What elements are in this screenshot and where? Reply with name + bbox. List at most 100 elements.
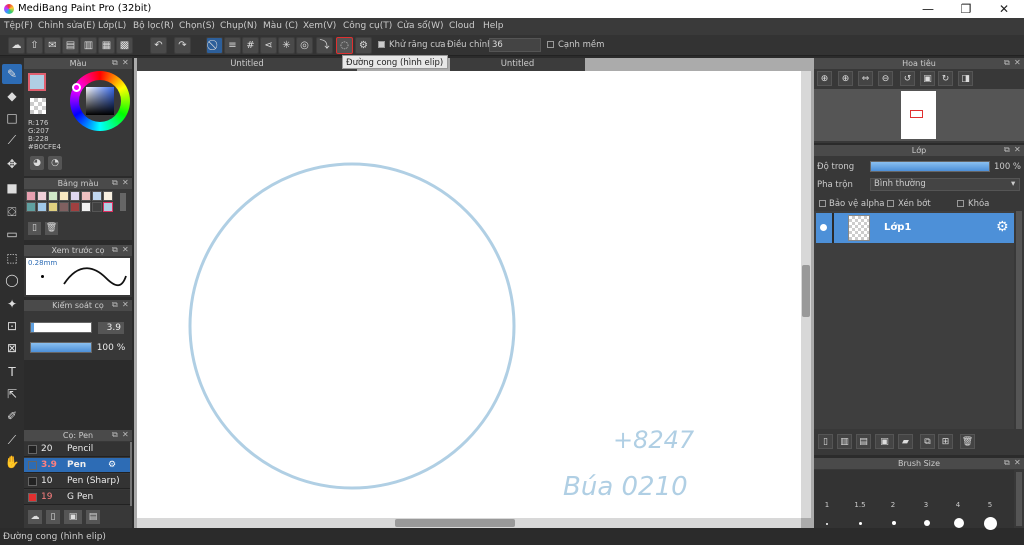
panel-float-icon[interactable]: ⧉ [1004, 458, 1010, 468]
new-brush-icon[interactable]: ▯ [46, 510, 60, 524]
palette-swatch[interactable] [70, 191, 80, 201]
palette-swatch[interactable] [26, 191, 36, 201]
maximize-button[interactable]: ❐ [950, 1, 982, 17]
select-eraser-tool-icon[interactable]: ⊠ [2, 338, 22, 358]
shape-tool-icon[interactable]: □ [2, 108, 22, 128]
redo-icon[interactable]: ↷ [174, 37, 191, 54]
adjust-input[interactable]: 36 [489, 38, 541, 52]
brush-size-option[interactable]: 2 [883, 501, 903, 509]
menu-capture[interactable]: Chụp(N) [220, 21, 257, 31]
add-layer-menu-icon[interactable]: ▣ [875, 434, 894, 449]
hue-ring[interactable] [70, 71, 130, 131]
select-pen-tool-icon[interactable]: ⊡ [2, 316, 22, 336]
select-tool-icon[interactable]: ⬚ [2, 248, 22, 268]
panel-float-icon[interactable]: ⧉ [1004, 145, 1010, 155]
primary-color-swatch[interactable] [28, 73, 46, 91]
panel-close-icon[interactable]: ✕ [1014, 145, 1021, 154]
ellipse-curve-icon[interactable]: ◌ [336, 37, 353, 54]
brush-size-option[interactable]: 3 [916, 501, 936, 509]
duplicate-layer-icon[interactable]: ⧉ [920, 434, 935, 449]
panel-float-icon[interactable]: ⧉ [112, 58, 118, 68]
new-halftone-layer-icon[interactable]: ▥ [837, 434, 852, 449]
palette-swatch[interactable] [92, 191, 102, 201]
palette-mode-icon[interactable]: ◕ [30, 156, 44, 170]
brush-size-slider[interactable] [30, 322, 92, 333]
palette-add-icon[interactable]: ▯ [28, 222, 41, 235]
palette-swatch[interactable] [59, 202, 69, 212]
color-mix-icon[interactable]: ◔ [48, 156, 62, 170]
palette-swatch[interactable] [26, 202, 36, 212]
panel-close-icon[interactable]: ✕ [122, 300, 129, 309]
menu-select[interactable]: Chọn(S) [179, 21, 215, 31]
brush-opacity-slider[interactable] [30, 342, 92, 353]
panel-float-icon[interactable]: ⧉ [112, 300, 118, 310]
vanish-snap-icon[interactable]: ⋖ [260, 37, 277, 54]
layer-scrollbar[interactable] [1016, 211, 1022, 429]
rotate-right-icon[interactable]: ↻ [938, 71, 953, 86]
palette-scrollbar[interactable] [120, 193, 126, 211]
panel-close-icon[interactable]: ✕ [122, 58, 129, 67]
brush-size-option[interactable]: 4 [948, 501, 968, 509]
brush-settings-gear-icon[interactable]: ⚙ [108, 458, 116, 473]
menu-edit[interactable]: Chỉnh sửa(E) [38, 21, 95, 31]
palette-swatch[interactable] [103, 191, 113, 201]
menu-layer[interactable]: Lớp(L) [98, 21, 126, 31]
rotate-left-icon[interactable]: ↺ [900, 71, 915, 86]
layer-settings-gear-icon[interactable]: ⚙ [996, 219, 1009, 235]
divide-tool-icon[interactable]: ✐ [2, 406, 22, 426]
eyedropper-tool-icon[interactable]: ⟋ [2, 430, 22, 450]
new-8bit-layer-icon[interactable]: ▤ [856, 434, 871, 449]
circle-snap-icon[interactable]: ◎ [296, 37, 313, 54]
layer-opacity-slider[interactable] [870, 161, 990, 172]
horizontal-scroll-thumb[interactable] [395, 519, 515, 527]
folder-icon[interactable]: ▰ [898, 434, 913, 449]
brush-size-option[interactable]: 1 [817, 501, 837, 509]
brush-tool-icon[interactable]: ✎ [2, 64, 22, 84]
menu-file[interactable]: Tệp(F) [4, 21, 33, 31]
palette-swatch[interactable] [59, 191, 69, 201]
zoom-in-icon[interactable]: ⊕ [817, 71, 832, 86]
brush-item-g-pen[interactable]: 19 G Pen [24, 490, 130, 505]
palette-swatch[interactable] [37, 202, 47, 212]
vertical-scroll-thumb[interactable] [802, 265, 810, 317]
add-brush-icon[interactable]: ▣ [64, 510, 82, 524]
eraser-tool-icon[interactable]: ◆ [2, 86, 22, 106]
magic-wand-tool-icon[interactable]: ✦ [2, 294, 22, 314]
undo-icon[interactable]: ↶ [150, 37, 167, 54]
palette-swatch[interactable] [103, 202, 113, 212]
brush-size-scrollbar[interactable] [1016, 472, 1022, 526]
panel-float-icon[interactable]: ⧉ [1004, 58, 1010, 68]
brush-size-option[interactable]: 1.5 [850, 501, 870, 509]
save-icon[interactable]: ▦ [98, 37, 115, 54]
brush-item-pen[interactable]: 3.9 Pen ⚙ [24, 458, 130, 473]
palette-swatch[interactable] [92, 202, 102, 212]
lock-checkbox[interactable] [957, 200, 964, 207]
palette-delete-icon[interactable]: 🗑 [45, 222, 58, 235]
parallel-snap-icon[interactable]: ≡ [224, 37, 241, 54]
protect-alpha-checkbox[interactable] [819, 200, 826, 207]
secondary-tab[interactable]: Untitled [450, 58, 585, 71]
cross-snap-icon[interactable]: # [242, 37, 259, 54]
soft-edge-checkbox[interactable] [547, 41, 554, 48]
flip-icon[interactable]: ◨ [958, 71, 973, 86]
menu-cloud[interactable]: Cloud [449, 21, 475, 31]
clipping-checkbox[interactable] [887, 200, 894, 207]
panel-float-icon[interactable]: ⧉ [112, 178, 118, 188]
cloud-icon[interactable]: ☁ [8, 37, 25, 54]
panel-float-icon[interactable]: ⧉ [112, 245, 118, 255]
transparent-swatch[interactable] [30, 98, 46, 114]
fit-window-icon[interactable]: ▣ [920, 71, 935, 86]
panel-close-icon[interactable]: ✕ [1014, 458, 1021, 467]
text-tool-icon[interactable]: T [2, 362, 22, 382]
antialias-checkbox[interactable] [378, 41, 385, 48]
minimize-button[interactable]: — [912, 1, 944, 17]
brush-item-pen-sharp[interactable]: 10 Pen (Sharp) [24, 474, 130, 489]
panel-close-icon[interactable]: ✕ [122, 245, 129, 254]
document-icon[interactable]: ▥ [80, 37, 97, 54]
operation-tool-icon[interactable]: ⇱ [2, 384, 22, 404]
zoom-in-alt-icon[interactable]: ⊕ [838, 71, 853, 86]
navigator-thumbnail[interactable] [901, 91, 936, 139]
palette-swatch[interactable] [81, 202, 91, 212]
upload-icon[interactable]: ⇧ [26, 37, 43, 54]
panel-float-icon[interactable]: ⧉ [112, 430, 118, 440]
